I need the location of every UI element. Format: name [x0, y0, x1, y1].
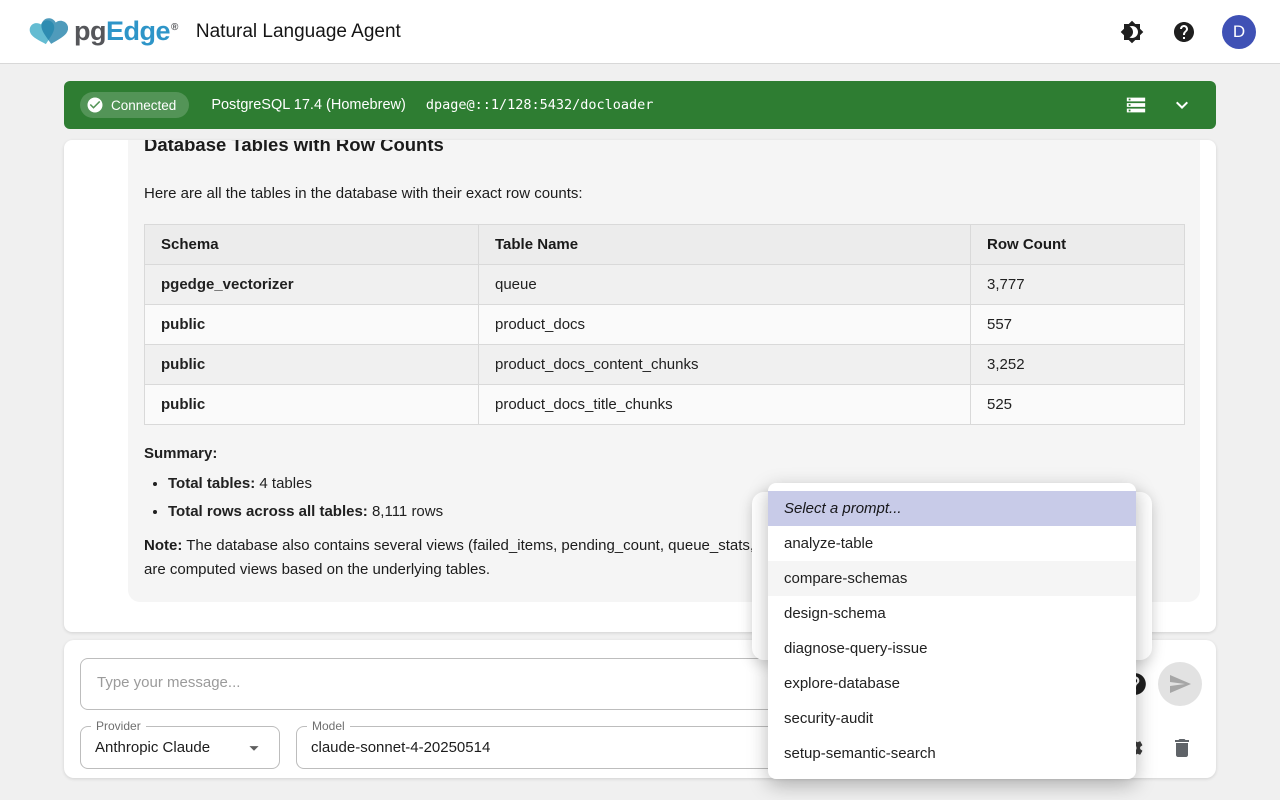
check-circle-icon	[86, 96, 104, 114]
summary-item-label: Total rows across all tables:	[168, 503, 368, 520]
cell-schema: pgedge_vectorizer	[145, 265, 479, 305]
model-value: claude-sonnet-4-20250514	[311, 739, 490, 756]
cell-row-count: 557	[971, 305, 1185, 345]
connection-status-badge: Connected	[80, 92, 189, 118]
cell-schema: public	[145, 385, 479, 425]
cell-table-name: product_docs_title_chunks	[479, 385, 971, 425]
note-line2: are computed views based on the underlyi…	[144, 561, 490, 578]
cell-row-count: 3,252	[971, 345, 1185, 385]
arrow-drop-down-icon	[243, 737, 265, 759]
clear-chat-trash-icon[interactable]	[1170, 736, 1194, 760]
prompt-menu-placeholder[interactable]: Select a prompt...	[768, 491, 1136, 526]
server-list-icon[interactable]	[1122, 91, 1150, 119]
column-header-row-count: Row Count	[971, 225, 1185, 265]
message-heading: Database Tables with Row Counts	[144, 140, 1184, 156]
cell-row-count: 3,777	[971, 265, 1185, 305]
table-row: public product_docs_title_chunks 525	[145, 385, 1185, 425]
summary-item-value: 8,111 rows	[368, 503, 443, 520]
server-version-label: PostgreSQL 17.4 (Homebrew)	[211, 97, 406, 113]
cell-table-name: queue	[479, 265, 971, 305]
model-label: Model	[307, 719, 350, 733]
prompt-menu-item-setup-semantic-search[interactable]: setup-semantic-search	[768, 736, 1136, 771]
prompt-menu-item-security-audit[interactable]: security-audit	[768, 701, 1136, 736]
prompt-menu-item-design-schema[interactable]: design-schema	[768, 596, 1136, 631]
provider-select[interactable]: Provider Anthropic Claude	[80, 726, 280, 769]
summary-item-value: 4 tables	[255, 475, 312, 492]
message-intro: Here are all the tables in the database …	[144, 184, 1184, 204]
prompt-menu-item-diagnose-query-issue[interactable]: diagnose-query-issue	[768, 631, 1136, 666]
note-label: Note:	[144, 537, 182, 554]
table-row: pgedge_vectorizer queue 3,777	[145, 265, 1185, 305]
prompt-select-menu: Select a prompt... analyze-table compare…	[768, 483, 1136, 779]
help-icon[interactable]	[1170, 18, 1198, 46]
app-header: pgEdge® Natural Language Agent D	[0, 0, 1280, 64]
pgedge-wordmark: pgEdge®	[74, 16, 178, 47]
summary-item-label: Total tables:	[168, 475, 255, 492]
brand-edge: Edge	[106, 16, 170, 47]
brand-pg: pg	[74, 16, 106, 47]
pgedge-logo: pgEdge®	[24, 13, 178, 51]
column-header-table-name: Table Name	[479, 225, 971, 265]
cell-schema: public	[145, 345, 479, 385]
chevron-down-icon[interactable]	[1168, 91, 1196, 119]
connection-string: dpage@::1/128:5432/docloader	[426, 97, 654, 113]
table-header-row: Schema Table Name Row Count	[145, 225, 1185, 265]
dark-mode-toggle-icon[interactable]	[1118, 18, 1146, 46]
pgedge-logo-icon	[24, 13, 68, 51]
provider-label: Provider	[91, 719, 146, 733]
cell-schema: public	[145, 305, 479, 345]
cell-table-name: product_docs_content_chunks	[479, 345, 971, 385]
cell-row-count: 525	[971, 385, 1185, 425]
prompt-menu-item-analyze-table[interactable]: analyze-table	[768, 526, 1136, 561]
summary-title: Summary:	[144, 445, 1184, 462]
cell-table-name: product_docs	[479, 305, 971, 345]
column-header-schema: Schema	[145, 225, 479, 265]
page-title: Natural Language Agent	[196, 21, 401, 43]
connection-bar: Connected PostgreSQL 17.4 (Homebrew) dpa…	[64, 81, 1216, 129]
row-counts-table: Schema Table Name Row Count pgedge_vecto…	[144, 224, 1185, 425]
user-avatar[interactable]: D	[1222, 15, 1256, 49]
send-icon	[1168, 672, 1192, 696]
page: pgEdge® Natural Language Agent D Connect…	[0, 0, 1280, 800]
table-row: public product_docs 557	[145, 305, 1185, 345]
brand-registered-mark: ®	[171, 22, 178, 33]
provider-value: Anthropic Claude	[95, 739, 210, 756]
send-button[interactable]	[1158, 662, 1202, 706]
table-row: public product_docs_content_chunks 3,252	[145, 345, 1185, 385]
connection-status-label: Connected	[111, 98, 176, 113]
prompt-menu-item-explore-database[interactable]: explore-database	[768, 666, 1136, 701]
prompt-menu-item-compare-schemas[interactable]: compare-schemas	[768, 561, 1136, 596]
